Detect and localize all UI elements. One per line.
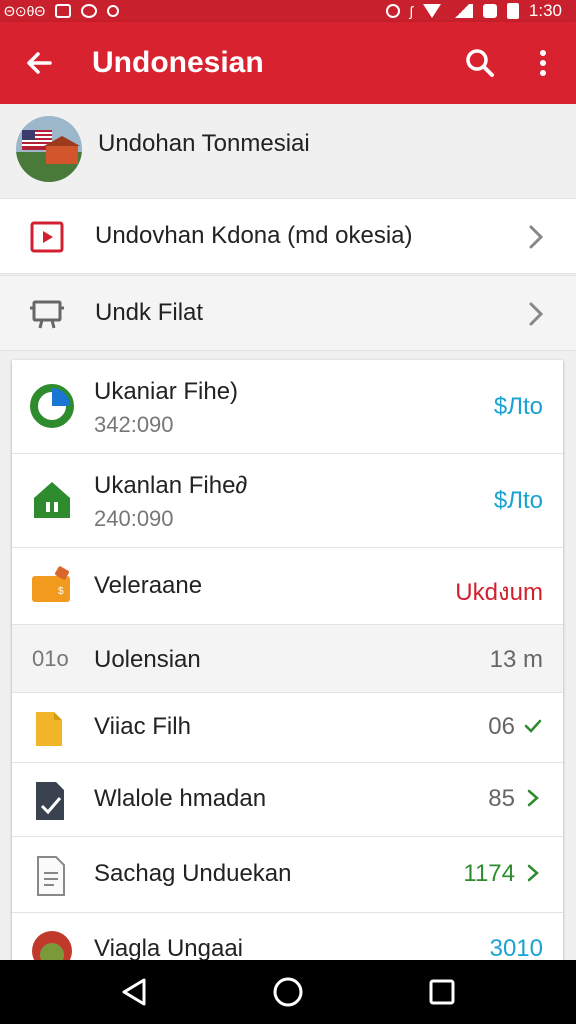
image-icon <box>55 4 72 18</box>
nav-row-monitor[interactable]: Undk Filat <box>0 275 576 351</box>
circle-icon <box>81 4 98 18</box>
status-left-text: Θ⊙θΘ <box>4 2 46 19</box>
svg-text:$: $ <box>58 586 64 597</box>
nav-row-label: Undk Filat <box>95 299 204 326</box>
wallet-icon: $ <box>30 564 74 608</box>
item-value: 06 <box>488 713 515 740</box>
item-title: Sachag Unduekan <box>94 860 292 887</box>
nav-row-video[interactable]: Undovhan Kdona (md okesia) <box>0 198 576 274</box>
page-title: Undonesian <box>92 46 264 79</box>
list-item[interactable]: 01o Uolensian 13 m <box>12 625 563 693</box>
sim-icon <box>482 4 497 18</box>
search-icon[interactable] <box>462 45 498 81</box>
item-value: 1174 <box>463 860 515 887</box>
item-subtitle: 240:090 <box>94 506 174 531</box>
item-value: 13 m <box>489 646 543 673</box>
item-title: Ukanlan Fihe∂ <box>94 472 248 499</box>
battery-icon <box>506 3 519 19</box>
recents-square-icon[interactable] <box>424 974 460 1010</box>
chevron-right-icon <box>523 788 543 808</box>
document-pen-icon <box>30 778 74 822</box>
nav-row-label: Undovhan Kdona (md okesia) <box>95 222 413 249</box>
item-value: $Лto <box>493 393 543 420</box>
chevron-right-icon <box>524 298 548 330</box>
folder-icon <box>30 706 74 750</box>
list-item[interactable]: Ukanlan Fihe∂ 240:090 $Лto <box>12 454 563 548</box>
video-icon <box>28 219 66 255</box>
alarm-icon <box>385 4 400 18</box>
list-item[interactable]: Viiac Filh 06 <box>12 693 563 763</box>
item-value: 85 <box>488 785 515 812</box>
app-bar: Undonesian <box>0 22 576 104</box>
bluetooth-icon: ʃ <box>409 3 413 19</box>
home-circle-icon[interactable] <box>270 974 306 1010</box>
status-time: 1:30 <box>528 1 562 20</box>
monitor-icon <box>28 296 66 332</box>
signal-icon <box>450 4 473 18</box>
list-item[interactable]: $ Veleraane Ukdงum <box>12 548 563 625</box>
status-bar: Θ⊙θΘ ʃ 1:30 <box>0 0 576 22</box>
item-value: $Лto <box>493 487 543 514</box>
wifi-icon <box>422 4 441 18</box>
avatar[interactable] <box>16 116 82 182</box>
chevron-right-icon <box>523 863 543 883</box>
item-title: Wlalole hmadan <box>94 785 267 812</box>
chevron-right-icon <box>524 221 548 253</box>
document-icon <box>30 853 74 897</box>
item-value: Ukdงum <box>455 579 543 606</box>
item-title: Veleraane <box>94 572 203 599</box>
back-triangle-icon[interactable] <box>116 974 152 1010</box>
header-title: Undohan Tonmesiai <box>98 130 310 157</box>
files-card: Ukaniar Fihe) 342:090 $Лto Ukanlan Fihe∂… <box>12 360 563 980</box>
list-item[interactable]: Ukaniar Fihe) 342:090 $Лto <box>12 360 563 454</box>
item-title: Ukaniar Fihe) <box>94 378 239 405</box>
home-icon <box>30 478 74 522</box>
check-icon <box>523 716 543 736</box>
back-arrow-icon[interactable] <box>20 43 60 83</box>
item-value: 3010 <box>489 935 543 962</box>
phone-icon <box>107 5 120 17</box>
item-title: Uolensian <box>94 646 201 673</box>
more-vert-icon[interactable] <box>526 45 560 81</box>
list-item[interactable]: Sachag Unduekan 1174 <box>12 837 563 913</box>
item-title: Viagla Ungaai <box>94 935 244 962</box>
system-nav-bar <box>0 960 576 1024</box>
list-item[interactable]: Wlalole hmadan 85 <box>12 763 563 837</box>
item-prefix: 01o <box>32 646 69 671</box>
pie-chart-icon <box>30 384 74 428</box>
item-title: Viiac Filh <box>94 713 191 740</box>
item-subtitle: 342:090 <box>94 412 174 437</box>
